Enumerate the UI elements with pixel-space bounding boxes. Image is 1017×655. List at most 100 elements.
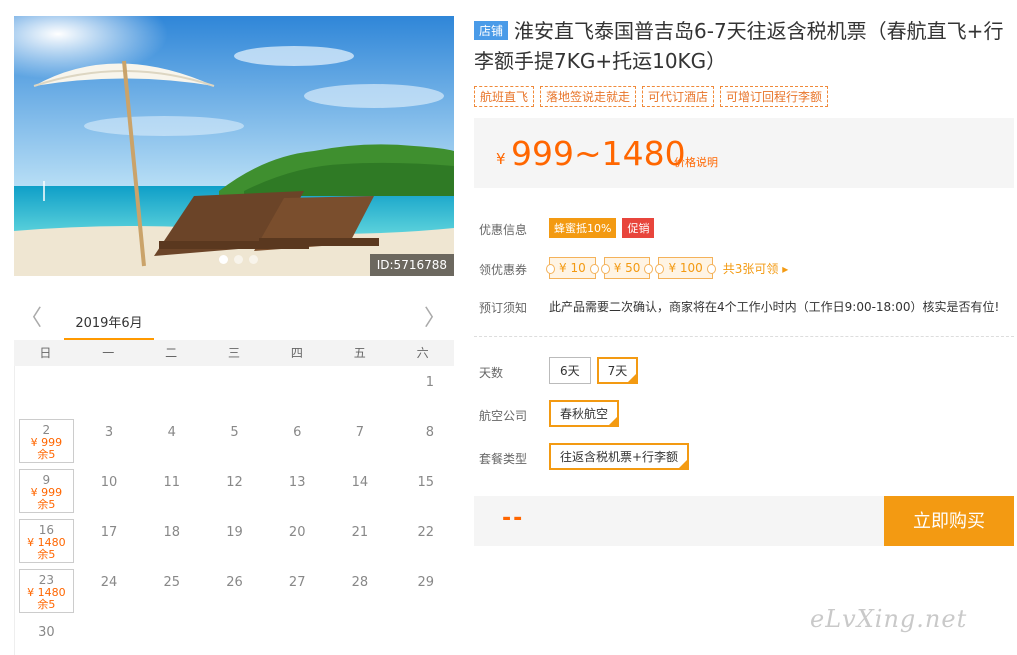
calendar-day: 5 [203,416,266,466]
weekday-header: 三 [227,346,240,360]
calendar-day: 13 [266,466,329,516]
product-image[interactable]: ID:5716788 [14,16,454,276]
buy-bar: -- 立即购买 [474,496,1014,546]
weekday-header: 二 [165,346,178,360]
calendar-day-number: 6 [293,425,302,440]
calendar-month-tab[interactable]: 2019年6月 [64,312,154,341]
divider [474,336,1014,337]
calendar-day: 17 [78,516,141,566]
calendar-day: 26 [203,566,266,616]
calendar-day-number [266,366,329,375]
calendar-day-number: 2 [42,423,51,437]
honey-discount-pill: 蜂蜜抵10% [549,218,617,238]
coupon-100[interactable]: ¥ 100 [655,257,717,279]
calendar-empty [15,366,78,416]
calendar-empty [266,366,329,416]
calendar-day: 27 [266,566,329,616]
calendar-day[interactable]: 9 ¥ 999 余5 [19,469,74,513]
calendar-day: 25 [140,566,203,616]
feature-tag: 航班直飞 [474,86,535,107]
coupon-label: 领优惠券 [479,263,528,277]
calendar-day-number: 30 [38,625,55,640]
carousel-dots [219,255,258,264]
price-explain-link[interactable]: 价格说明 [674,154,718,170]
calendar-day: 8 [391,416,454,466]
calendar-day-number: 12 [226,475,243,490]
package-label: 套餐类型 [479,452,528,466]
calendar-day: 4 [140,416,203,466]
weekday-header: 六 [416,346,429,360]
next-month-icon[interactable]: 〉 [424,308,446,330]
feature-tag: 可代订酒店 [642,86,715,107]
product-id-badge: ID:5716788 [369,254,454,276]
calendar-day: 19 [203,516,266,566]
sale-pill: 促销 [622,218,655,238]
calendar-empty [329,366,392,416]
calendar-day-number: 26 [226,575,243,590]
shop-tag[interactable]: 店铺 [474,21,509,40]
calendar-day: 6 [266,416,329,466]
calendar-day: 18 [140,516,203,566]
package-option-roundtrip[interactable]: 往返含税机票+行李额 [549,443,690,470]
calendar-day-stock: 余5 [37,448,56,461]
feature-tag: 落地签说走就走 [540,86,637,107]
calendar-day-number: 4 [167,425,176,440]
airline-options: 春秋航空 [549,400,620,427]
feature-tag: 可增订回程行李额 [720,86,829,107]
calendar-day-number: 29 [417,575,434,590]
calendar-day-number: 18 [163,525,181,540]
days-options: 6天 7天 [549,357,639,384]
promo-pills: 蜂蜜抵10% 促销 [549,218,655,238]
buy-now-button[interactable]: 立即购买 [884,496,1014,546]
calendar-day-number: 27 [288,575,306,590]
days-option-7[interactable]: 7天 [596,357,639,384]
calendar-day: 3 [78,416,141,466]
notice-label: 预订须知 [479,301,528,315]
calendar-header: 〈 2019年6月 〉 [14,300,454,341]
beach-photo [14,16,454,276]
calendar-day-number: 13 [288,475,306,490]
calendar-day: 24 [78,566,141,616]
calendar-day: 12 [203,466,266,516]
calendar-day-number: 16 [38,523,54,537]
calendar-day-number: 25 [163,575,181,590]
product-title: 淮安直飞泰国普吉岛6-7天往返含税机票（春航直飞+行李额手提7KG+托运10KG… [474,19,1004,73]
calendar-day-number: 20 [288,525,306,540]
calendar-day[interactable]: 2 ¥ 999 余5 [19,419,74,463]
feature-tags: 航班直飞 落地签说走就走 可代订酒店 可增订回程行李额 [474,86,829,107]
calendar-day-number: 5 [230,425,239,440]
calendar-day-stock: 余5 [37,548,56,561]
coupon-more-link[interactable]: 共3张可领 ▸ [723,260,788,277]
airline-option-spring[interactable]: 春秋航空 [549,400,620,427]
calendar-day-number: 7 [355,425,365,440]
calendar-day[interactable]: 16 ¥ 1480 余5 [19,519,74,563]
carousel-dot[interactable] [234,255,243,264]
weekday-header: 一 [102,346,115,360]
weekday-header: 日 [39,346,52,360]
calendar-day: 15 [391,466,454,516]
calendar-day-number: 3 [104,425,114,440]
calendar-day-number: 1 [425,375,434,390]
calendar-day: 29 [391,566,454,616]
calendar-day: 10 [78,466,141,516]
coupon-50[interactable]: ¥ 50 [600,257,654,279]
calendar-day-number [15,366,78,375]
carousel-dot[interactable] [219,255,228,264]
weekday-header: 四 [290,346,303,360]
prev-month-icon[interactable]: 〈 [20,308,42,330]
calendar-day-number: 24 [100,575,118,590]
product-title-block: 店铺 淮安直飞泰国普吉岛6-7天往返含税机票（春航直飞+行李额手提7KG+托运10… [474,16,1009,76]
coupon-list: ¥ 10 ¥ 50 ¥ 100 共3张可领 ▸ [546,257,788,279]
coupon-10[interactable]: ¥ 10 [546,257,599,279]
calendar-day: 7 [329,416,392,466]
price-range: 999~1480 [511,134,686,173]
days-option-6[interactable]: 6天 [549,357,591,384]
carousel-dot[interactable] [249,255,258,264]
calendar-empty [203,366,266,416]
calendar-day[interactable]: 23 ¥ 1480 余5 [19,569,74,613]
calendar-day-number: 15 [417,475,434,490]
currency-symbol: ¥ [496,150,506,168]
calendar-day: 20 [266,516,329,566]
calendar-day-number: 10 [100,475,118,490]
calendar-empty [78,366,141,416]
